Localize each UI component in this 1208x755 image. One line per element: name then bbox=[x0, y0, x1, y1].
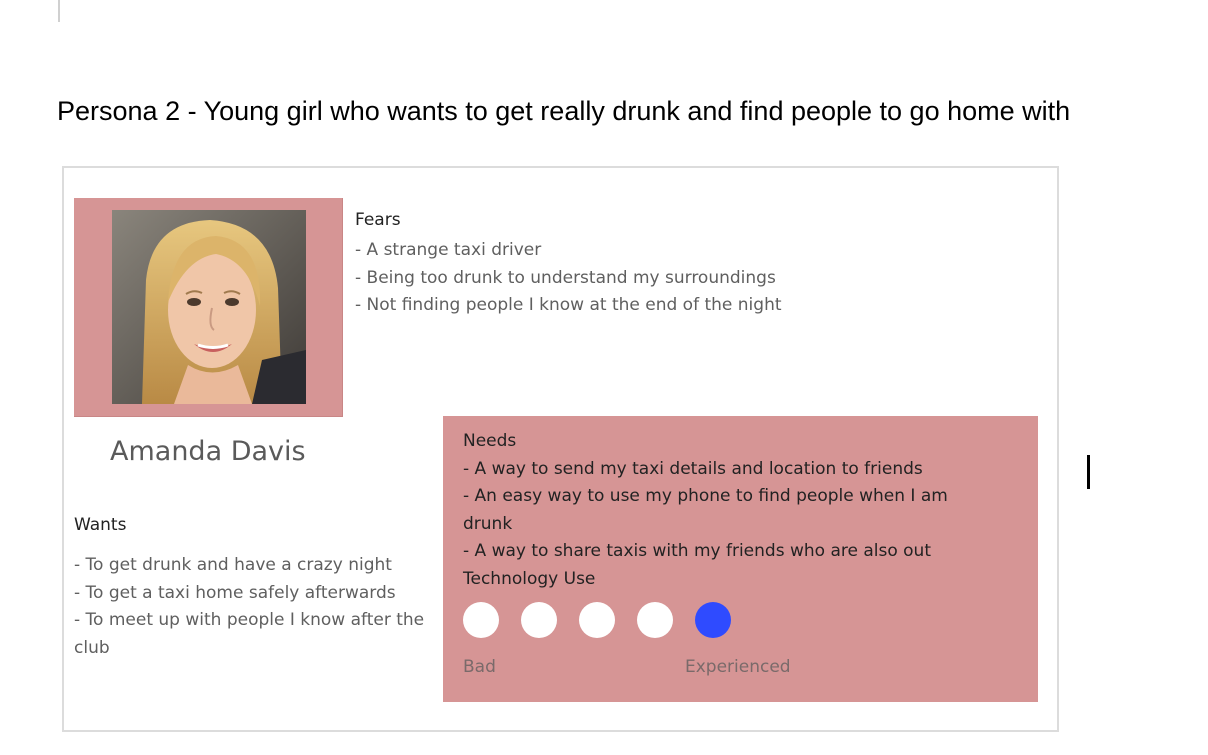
needs-title: Needs bbox=[463, 431, 517, 451]
need-item: - A way to share taxis with my friends w… bbox=[463, 541, 931, 561]
rating-dot-2[interactable] bbox=[521, 602, 557, 638]
technology-rating bbox=[463, 602, 731, 638]
needs-panel: Needs - A way to send my taxi details an… bbox=[443, 416, 1038, 702]
fears-list: - A strange taxi driver - Being too drun… bbox=[355, 237, 782, 320]
rating-dot-5[interactable] bbox=[695, 602, 731, 638]
rating-dot-3[interactable] bbox=[579, 602, 615, 638]
technology-title: Technology Use bbox=[463, 568, 596, 589]
wants-list: - To get drunk and have a crazy night - … bbox=[74, 552, 429, 662]
rating-dot-1[interactable] bbox=[463, 602, 499, 638]
want-item: - To get drunk and have a crazy night bbox=[74, 555, 392, 575]
document-margin-rule bbox=[58, 0, 60, 22]
wants-title: Wants bbox=[74, 515, 127, 535]
need-item: - A way to send my taxi details and loca… bbox=[463, 458, 923, 479]
text-cursor bbox=[1087, 455, 1090, 489]
persona-photo bbox=[112, 210, 306, 404]
fear-item: - Not finding people I know at the end o… bbox=[355, 295, 782, 315]
want-item: - To meet up with people I know after th… bbox=[74, 610, 425, 658]
needs-list: - A way to send my taxi details and loca… bbox=[463, 456, 1018, 566]
need-item: - An easy way to use my phone to find pe… bbox=[463, 486, 948, 534]
rating-high-label: Experienced bbox=[685, 657, 791, 677]
fears-title: Fears bbox=[355, 210, 401, 230]
want-item: - To get a taxi home safely afterwards bbox=[74, 582, 396, 603]
rating-dot-4[interactable] bbox=[637, 602, 673, 638]
fear-item: - A strange taxi driver bbox=[355, 240, 542, 260]
persona-name: Amanda Davis bbox=[110, 436, 306, 467]
rating-low-label: Bad bbox=[463, 657, 496, 677]
fear-item: - Being too drunk to understand my surro… bbox=[355, 267, 776, 288]
page-heading: Persona 2 - Young girl who wants to get … bbox=[57, 96, 1071, 126]
